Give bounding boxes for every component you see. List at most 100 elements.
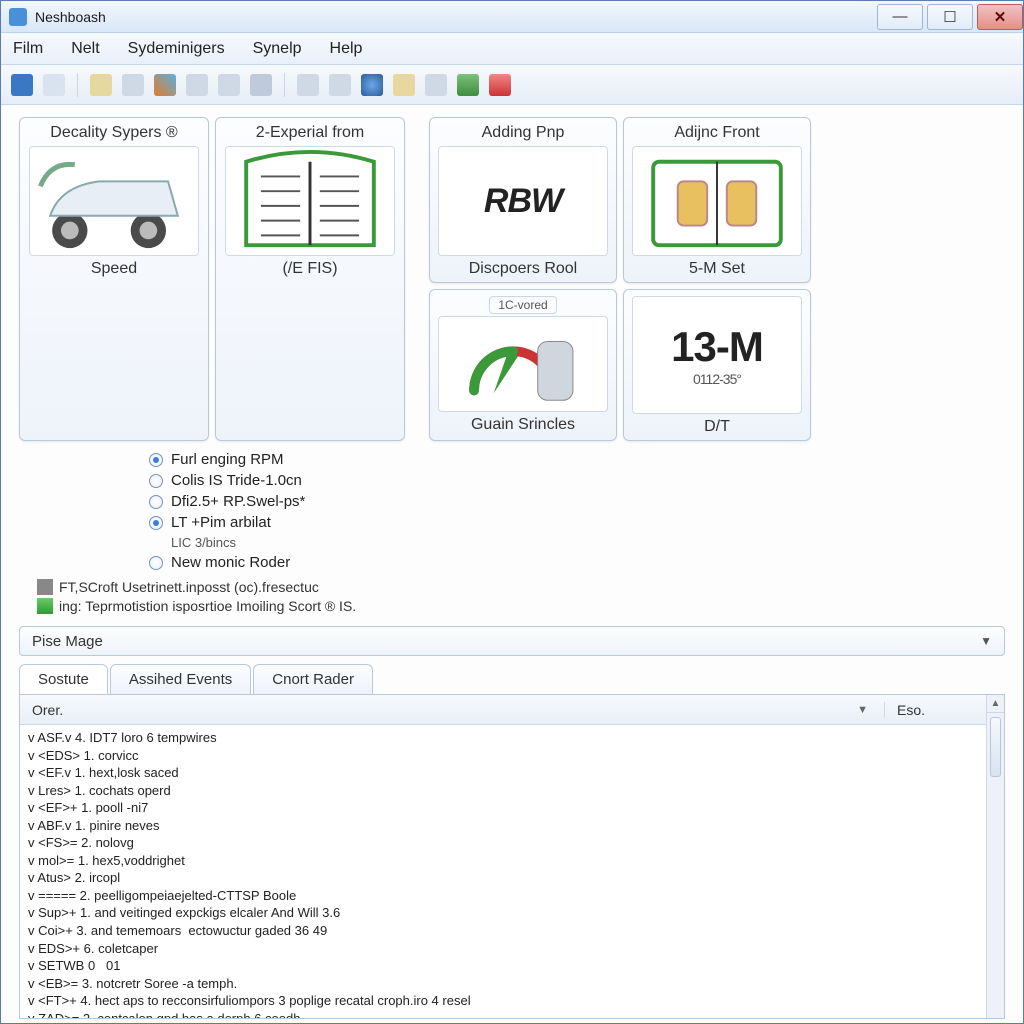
dt-sub: 0112-35° (693, 371, 741, 387)
log-header: Orer. ▼ Eso. (20, 695, 986, 725)
log-line[interactable]: v ZAD>= 2. centcalon gpd has a derph 6 c… (28, 1010, 978, 1018)
menu-help[interactable]: Help (330, 40, 363, 58)
tool-icon-6[interactable] (186, 74, 208, 96)
menu-film[interactable]: Film (13, 40, 43, 58)
rbw-text: RBW (484, 182, 562, 221)
card-body: RBW (438, 146, 608, 256)
log-line[interactable]: v Sup>+ 1. and veitinged expckigs elcale… (28, 904, 978, 922)
maximize-button[interactable]: ☐ (927, 4, 973, 30)
radio-label: Dfi2.5+ RP.Swel-ps* (171, 493, 305, 510)
close-button[interactable]: ✕ (977, 4, 1023, 30)
tool-icon-12[interactable] (393, 74, 415, 96)
toolbar (1, 65, 1023, 105)
card-foot: 5-M Set (689, 260, 745, 278)
radio-option[interactable]: LT +Pim arbilat (149, 514, 1005, 531)
card-head: Adding Pnp (482, 124, 565, 142)
log-line[interactable]: v <FS>= 2. nolovg (28, 834, 978, 852)
tool-icon-13[interactable] (425, 74, 447, 96)
tab-cnort-rader[interactable]: Cnort Rader (253, 664, 373, 694)
card-adding-pnp[interactable]: Adding Pnp RBW Discpoers Rool (429, 117, 617, 283)
card-head: Decality Sypers ® (50, 124, 177, 142)
card-guain[interactable]: 1C-vored Guain Srincles (429, 289, 617, 441)
log-line[interactable]: v <EB>= 3. notcretr Soree -a temph. (28, 975, 978, 993)
log-line[interactable]: v Atus> 2. ircopl (28, 869, 978, 887)
log-line[interactable]: v <EF.v 1. hext,losk saced (28, 764, 978, 782)
status-lines: FT,SCroft Usetrinett.inposst (oc).fresec… (37, 579, 1005, 614)
window-title: Neshboash (35, 9, 873, 25)
tool-icon-2[interactable] (43, 74, 65, 96)
menu-synelp[interactable]: Synelp (253, 40, 302, 58)
radio-label: LT +Pim arbilat (171, 514, 271, 531)
log-line[interactable]: v SETWB 0 01 (28, 957, 978, 975)
log-body[interactable]: v ASF.v 4. IDT7 loro 6 tempwiresv <EDS> … (20, 725, 986, 1018)
radio-group: Furl enging RPM Colis IS Tride-1.0cn Dfi… (149, 451, 1005, 571)
card-foot: Guain Srincles (471, 416, 575, 434)
log-line[interactable]: v EDS>+ 6. coletcaper (28, 940, 978, 958)
dash-group-right: Adding Pnp RBW Discpoers Rool Adijnc Fro… (429, 117, 811, 441)
menu-nelt[interactable]: Nelt (71, 40, 99, 58)
col-eso[interactable]: Eso. (897, 702, 925, 718)
log-line[interactable]: v Lres> 1. cochats operd (28, 782, 978, 800)
card-head: Adijnc Front (674, 124, 759, 142)
radio-option[interactable]: Furl enging RPM (149, 451, 1005, 468)
card-decality[interactable]: Decality Sypers ® Speed (19, 117, 209, 441)
minimize-button[interactable]: — (877, 4, 923, 30)
card-foot: Discpoers Rool (469, 260, 577, 278)
radio-sublabel: LIC 3/bincs (171, 535, 1005, 550)
titlebar: Neshboash — ☐ ✕ (1, 1, 1023, 33)
tool-icon-4[interactable] (122, 74, 144, 96)
scroll-thumb[interactable] (990, 717, 1001, 777)
radio-icon (149, 495, 163, 509)
tool-icon-9[interactable] (297, 74, 319, 96)
tool-icon-11[interactable] (361, 74, 383, 96)
vehicle-icon (30, 147, 198, 255)
log-line[interactable]: v ASF.v 4. IDT7 loro 6 tempwires (28, 729, 978, 747)
card-head: 2-Experial from (256, 124, 364, 142)
radio-option[interactable]: Dfi2.5+ RP.Swel-ps* (149, 493, 1005, 510)
card-experial[interactable]: 2-Experial from (215, 117, 405, 441)
tool-icon-3[interactable] (90, 74, 112, 96)
radio-option[interactable]: Colis IS Tride-1.0cn (149, 472, 1005, 489)
tool-icon-10[interactable] (329, 74, 351, 96)
status-text: FT,SCroft Usetrinett.inposst (oc).fresec… (59, 579, 319, 595)
sort-icon[interactable]: ▼ (857, 704, 868, 716)
status-text: ing: Teprmotistion isposrtioe Imoiling S… (59, 598, 356, 614)
radio-icon (149, 556, 163, 570)
log-line[interactable]: v <EDS> 1. corvicc (28, 747, 978, 765)
status-icon (37, 579, 53, 595)
radio-option[interactable]: New monic Roder (149, 554, 1005, 571)
tool-icon-1[interactable] (11, 74, 33, 96)
scroll-up-icon[interactable]: ▲ (987, 695, 1004, 713)
card-adijnc-front[interactable]: Adijnc Front 5-M Set (623, 117, 811, 283)
tab-sostute[interactable]: Sostute (19, 664, 108, 694)
log-line[interactable]: v <FT>+ 4. hect aps to recconsirfuliompo… (28, 992, 978, 1010)
log-line[interactable]: v Coi>+ 3. and tememoars ectowuctur gade… (28, 922, 978, 940)
tool-icon-15[interactable] (489, 74, 511, 96)
log-line[interactable]: v ===== 2. peelligompeiaejelted-CTTSP Bo… (28, 887, 978, 905)
page-combo[interactable]: Pise Mage ▼ (19, 626, 1005, 656)
tool-icon-14[interactable] (457, 74, 479, 96)
radio-label: New monic Roder (171, 554, 290, 571)
menu-sydeminigers[interactable]: Sydeminigers (128, 40, 225, 58)
tool-icon-8[interactable] (250, 74, 272, 96)
card-body (225, 146, 395, 256)
log-line[interactable]: v ABF.v 1. pinire neves (28, 817, 978, 835)
app-icon (9, 8, 27, 26)
chevron-down-icon: ▼ (980, 634, 992, 648)
tool-icon-5[interactable] (154, 74, 176, 96)
card-body (632, 146, 802, 256)
status-icon (37, 598, 53, 614)
tool-icon-7[interactable] (218, 74, 240, 96)
col-orer[interactable]: Orer. (32, 702, 63, 718)
tab-assihed-events[interactable]: Assihed Events (110, 664, 251, 694)
log-line[interactable]: v <EF>+ 1. pooll -ni7 (28, 799, 978, 817)
dashboard-row: Decality Sypers ® Speed 2-Experial from (19, 117, 1005, 441)
radio-icon (149, 474, 163, 488)
dt-value: 13-M (671, 323, 763, 371)
card-dt[interactable]: 13-M 0112-35° D/T (623, 289, 811, 441)
log-line[interactable]: v mol>= 1. hex5,voddrighet (28, 852, 978, 870)
dash-group-left: Decality Sypers ® Speed 2-Experial from (19, 117, 405, 441)
scrollbar[interactable]: ▲ (986, 695, 1004, 1018)
radio-icon (149, 516, 163, 530)
tabs: Sostute Assihed Events Cnort Rader (19, 664, 1005, 694)
